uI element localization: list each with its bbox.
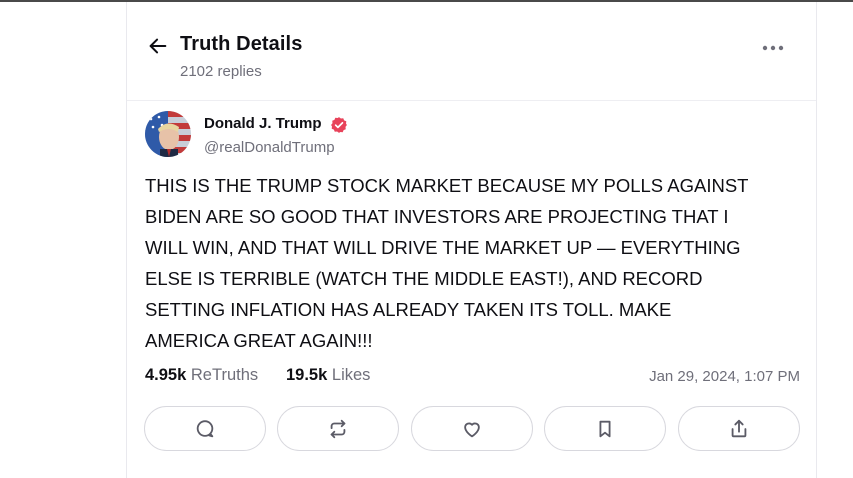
author-handle[interactable]: @realDonaldTrump xyxy=(204,139,335,156)
verified-badge-icon xyxy=(331,117,347,133)
avatar[interactable] xyxy=(145,111,191,157)
heart-icon xyxy=(464,422,480,437)
page-title: Truth Details xyxy=(180,33,303,55)
retruths-label: ReTruths xyxy=(190,366,259,384)
action-bar xyxy=(144,406,804,452)
replies-count: 2102 replies xyxy=(180,63,262,80)
arrow-left-icon xyxy=(149,38,167,54)
more-options-button[interactable] xyxy=(760,38,786,58)
likes-stat[interactable]: 19.5k Likes xyxy=(286,366,370,385)
bookmark-button[interactable] xyxy=(544,406,666,451)
author-name[interactable]: Donald J. Trump xyxy=(204,115,322,132)
likes-label: Likes xyxy=(331,366,371,384)
reply-bubble-icon xyxy=(196,419,214,437)
post-column: Truth Details 2102 replies Donald J. Tru… xyxy=(126,2,817,478)
post-stats: 4.95k ReTruths 19.5k Likes Jan 29, 2024,… xyxy=(145,366,800,390)
post-text: THIS IS THE TRUMP STOCK MARKET BECAUSE M… xyxy=(145,175,749,351)
page-header: Truth Details 2102 replies xyxy=(127,2,816,101)
repost-icon xyxy=(330,419,346,438)
retruths-stat[interactable]: 4.95k ReTruths xyxy=(145,366,258,385)
more-horizontal-icon xyxy=(762,45,784,51)
retruth-button[interactable] xyxy=(277,406,399,451)
share-icon xyxy=(731,419,747,437)
reply-button[interactable] xyxy=(144,406,266,451)
like-button[interactable] xyxy=(411,406,533,451)
likes-count: 19.5k xyxy=(286,366,328,384)
back-button[interactable] xyxy=(145,33,171,59)
post-timestamp: Jan 29, 2024, 1:07 PM xyxy=(649,368,800,385)
bookmark-icon xyxy=(599,420,611,437)
share-button[interactable] xyxy=(678,406,800,451)
retruths-count: 4.95k xyxy=(145,366,187,384)
